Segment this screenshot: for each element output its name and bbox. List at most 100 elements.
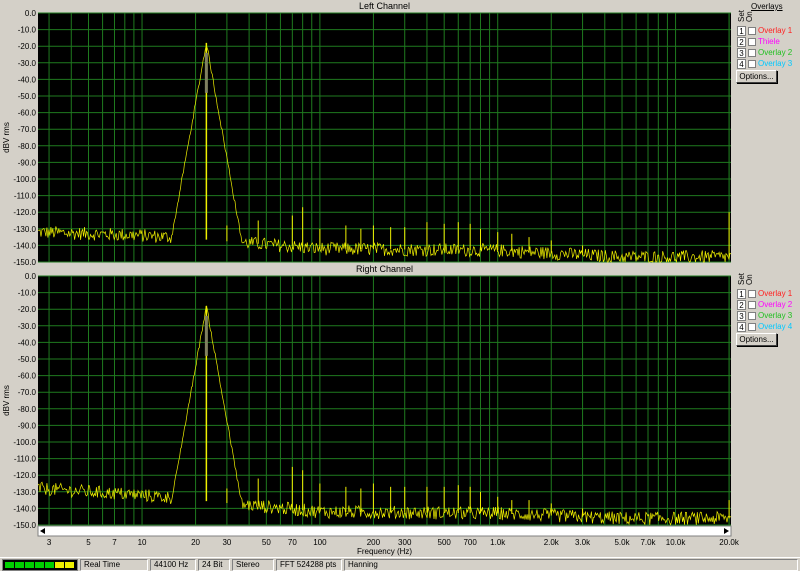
x-tick-label: 7.0k: [640, 538, 656, 547]
overlay-label: Overlay 4: [758, 322, 793, 331]
x-scrollbar[interactable]: [37, 525, 732, 537]
status-bar: Real Time 44100 Hz 24 Bit Stereo FFT 524…: [0, 557, 800, 571]
y-tick-label: -30.0: [18, 59, 37, 68]
x-tick-label: 200: [367, 538, 381, 547]
peak-marker: [204, 52, 208, 93]
right-channel-title: Right Channel: [355, 264, 414, 274]
x-tick-label: 2.0k: [544, 538, 560, 547]
overlay-label: Overlay 3: [758, 59, 793, 68]
x-tick-label: 10.0k: [666, 538, 687, 547]
overlay-label: Overlay 1: [758, 26, 793, 35]
overlay-set-button[interactable]: 1: [737, 289, 746, 299]
overlay-row-4: 4 Overlay 3: [733, 59, 799, 70]
overlay-on-checkbox[interactable]: [748, 27, 756, 35]
x-tick-label: 5.0k: [614, 538, 630, 547]
y-axis-label: dBV rms: [2, 385, 11, 416]
x-tick-label: 7: [112, 538, 117, 547]
y-tick-label: -110.0: [14, 455, 37, 464]
overlay-row-2: 2 Overlay 2: [733, 300, 799, 311]
x-tick-label: 20.0k: [719, 538, 740, 547]
overlay-set-button[interactable]: 4: [737, 322, 746, 332]
left-options-button[interactable]: Options...: [736, 70, 777, 83]
overlay-on-checkbox[interactable]: [748, 60, 756, 68]
y-tick-label: -60.0: [18, 372, 37, 381]
status-bit-depth: 24 Bit: [198, 559, 230, 571]
x-tick-label: 50: [262, 538, 271, 547]
x-tick-label: 3: [47, 538, 52, 547]
y-tick-label: -50.0: [18, 92, 37, 101]
status-fft: FFT 524288 pts: [276, 559, 342, 571]
overlay-on-checkbox[interactable]: [748, 49, 756, 57]
y-tick-label: -50.0: [18, 355, 37, 364]
overlays-title: Overlays: [751, 2, 783, 11]
y-tick-label: -30.0: [18, 322, 37, 331]
overlay-row-1: 1 Overlay 1: [733, 26, 799, 37]
x-tick-label: 1.0k: [490, 538, 506, 547]
level-meter: [2, 559, 78, 571]
status-channels: Stereo: [232, 559, 274, 571]
overlay-row-2: 2 Thiele: [733, 37, 799, 48]
overlay-label: Overlay 3: [758, 311, 793, 320]
overlay-label: Overlay 1: [758, 289, 793, 298]
meter-segment: [35, 562, 44, 568]
y-tick-label: -10.0: [18, 26, 37, 35]
left-overlays-panel: Set On Overlays 1 Overlay 1 2 Thiele 3 O…: [733, 0, 799, 90]
overlay-on-checkbox[interactable]: [748, 323, 756, 331]
overlay-on-checkbox[interactable]: [748, 301, 756, 309]
overlay-set-button[interactable]: 2: [737, 37, 746, 47]
meter-segment: [65, 562, 74, 568]
y-tick-label: -40.0: [18, 75, 37, 84]
y-tick-label: -140.0: [13, 241, 36, 250]
meter-segment: [5, 562, 14, 568]
overlay-on-checkbox[interactable]: [748, 312, 756, 320]
overlay-row-3: 3 Overlay 3: [733, 311, 799, 322]
y-tick-label: -150.0: [13, 521, 36, 530]
y-tick-label: -80.0: [18, 142, 37, 151]
right-overlays-panel: Set On 1 Overlay 1 2 Overlay 2 3 Overlay…: [733, 263, 799, 353]
status-window: Hanning: [344, 559, 798, 571]
peak-marker: [204, 315, 208, 356]
y-tick-label: -120.0: [13, 208, 36, 217]
overlay-row-4: 4 Overlay 4: [733, 322, 799, 333]
x-tick-label: 10: [138, 538, 147, 547]
x-tick-label: 20: [191, 538, 200, 547]
y-tick-label: -10.0: [18, 289, 37, 298]
overlay-on-checkbox[interactable]: [748, 38, 756, 46]
overlay-label: Overlay 2: [758, 48, 793, 57]
meter-segment: [25, 562, 34, 568]
y-tick-label: -100.0: [13, 438, 36, 447]
y-tick-label: -90.0: [18, 421, 37, 430]
y-axis-label: dBV rms: [2, 122, 11, 153]
x-tick-label: 3.0k: [575, 538, 591, 547]
y-tick-label: -80.0: [18, 405, 37, 414]
x-tick-label: 30: [222, 538, 231, 547]
y-tick-label: -70.0: [18, 388, 37, 397]
overlay-row-1: 1 Overlay 1: [733, 289, 799, 300]
overlay-set-button[interactable]: 1: [737, 26, 746, 36]
overlay-set-button[interactable]: 3: [737, 48, 746, 58]
overlay-set-button[interactable]: 4: [737, 59, 746, 69]
overlay-on-checkbox[interactable]: [748, 290, 756, 298]
on-label: On: [745, 11, 754, 22]
x-tick-label: 5: [86, 538, 91, 547]
overlay-label: Thiele: [758, 37, 780, 46]
y-tick-label: -150.0: [13, 258, 36, 267]
y-tick-label: -110.0: [14, 192, 37, 201]
overlay-label: Overlay 2: [758, 300, 793, 309]
y-tick-label: -130.0: [13, 488, 36, 497]
y-tick-label: 0.0: [25, 9, 37, 18]
meter-segment: [55, 562, 64, 568]
y-tick-label: -20.0: [18, 305, 37, 314]
y-tick-label: -140.0: [13, 504, 36, 513]
x-tick-label: 700: [463, 538, 477, 547]
y-tick-label: -60.0: [18, 109, 37, 118]
x-axis-label: Frequency (Hz): [357, 547, 412, 556]
overlay-set-button[interactable]: 2: [737, 300, 746, 310]
right-options-button[interactable]: Options...: [736, 333, 777, 346]
spectrum-analyzer-window: 0.0 -10.0 -20.0 -30.0 -40.0 -50.0 -60.0 -70.0 -8…: [0, 0, 800, 571]
overlay-set-button[interactable]: 3: [737, 311, 746, 321]
y-tick-label: -20.0: [18, 42, 37, 51]
meter-segment: [45, 562, 54, 568]
x-tick-label: 300: [398, 538, 412, 547]
plots-canvas: 0.0 -10.0 -20.0 -30.0 -40.0 -50.0 -60.0 -70.0 -8…: [2, 9, 740, 556]
